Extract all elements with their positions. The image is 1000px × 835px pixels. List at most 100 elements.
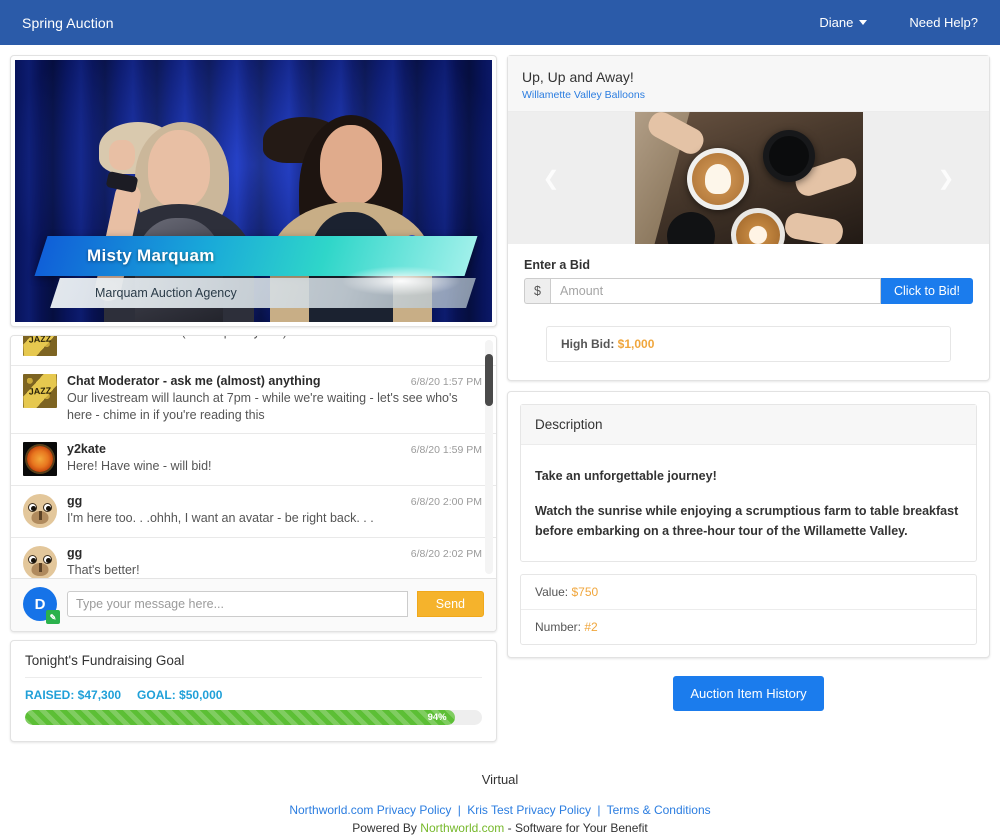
fundraising-progress-percent: 94% bbox=[427, 712, 447, 723]
page-footer: Virtual Northworld.com Privacy Policy | … bbox=[0, 742, 1000, 835]
jazz-poster-avatar bbox=[23, 336, 57, 356]
need-help-link[interactable]: Need Help? bbox=[909, 15, 978, 30]
goal-amount-label: GOAL: $50,000 bbox=[137, 688, 223, 702]
presenter-one-head bbox=[148, 130, 210, 208]
chat-message-header: y2kate 6/8/20 1:59 PM bbox=[67, 442, 482, 456]
chat-message-author: y2kate bbox=[67, 441, 106, 456]
owl-eye-right-icon bbox=[43, 502, 52, 512]
flower-avatar bbox=[23, 441, 57, 476]
chat-message-text: That's better! bbox=[67, 562, 140, 577]
terms-conditions-link[interactable]: Terms & Conditions bbox=[607, 803, 711, 817]
chevron-left-icon[interactable]: ❮ bbox=[536, 163, 566, 193]
item-value-amount: $750 bbox=[571, 585, 599, 600]
currency-symbol-icon: $ bbox=[524, 278, 550, 304]
brand-title[interactable]: Spring Auction bbox=[22, 15, 114, 31]
owl-avatar bbox=[23, 545, 57, 578]
privacy-policy-link[interactable]: Northworld.com Privacy Policy bbox=[289, 803, 451, 817]
bid-section: Enter a Bid $ Click to Bid! High Bid: $1… bbox=[508, 244, 989, 380]
chat-message-time: 6/8/20 2:00 PM bbox=[410, 495, 482, 508]
auction-item-header: Up, Up and Away! Willamette Valley Ballo… bbox=[508, 56, 989, 112]
fundraising-goal-card: Tonight's Fundraising Goal RAISED: $47,3… bbox=[10, 640, 497, 742]
fundraising-progress-bar: 94% bbox=[25, 710, 455, 725]
chat-composer: D ✎ Send bbox=[11, 578, 496, 631]
chat-message-text: Our livestream will launch at 7pm - whil… bbox=[67, 391, 458, 422]
footer-separator: | bbox=[597, 803, 601, 817]
auction-item-donor-link[interactable]: Willamette Valley Balloons bbox=[522, 89, 975, 101]
click-to-bid-button[interactable]: Click to Bid! bbox=[881, 278, 973, 304]
bid-input-group: $ Click to Bid! bbox=[524, 278, 973, 304]
item-number-row: Number: #2 bbox=[521, 610, 976, 644]
footer-separator: | bbox=[457, 803, 461, 817]
avatar[interactable]: D ✎ bbox=[23, 587, 60, 624]
raised-amount-label: RAISED: $47,300 bbox=[25, 688, 122, 702]
chat-message-text: Welcome to our first (and hopefully last… bbox=[67, 336, 482, 341]
chat-message-input[interactable] bbox=[67, 591, 408, 617]
owl-beak-icon bbox=[31, 510, 49, 524]
owl-beak-icon bbox=[31, 562, 49, 576]
photo-latte-cup-main bbox=[686, 148, 749, 210]
presenter-two-head bbox=[319, 125, 382, 205]
footer-links: Northworld.com Privacy Policy | Kris Tes… bbox=[0, 803, 1000, 817]
edit-avatar-icon[interactable]: ✎ bbox=[46, 610, 60, 624]
high-bid-box: High Bid: $1,000 bbox=[546, 326, 951, 362]
presenter-name-text: Misty Marquam bbox=[87, 246, 215, 265]
chat-panel: Welcome to our first (and hopefully last… bbox=[10, 335, 497, 632]
photo-coffee-cup-dark bbox=[762, 130, 815, 182]
chat-message: gg 6/8/20 2:00 PM I'm here too. . .ohhh,… bbox=[11, 486, 496, 538]
avatar-initial: D bbox=[34, 595, 46, 613]
chat-message: y2kate 6/8/20 1:59 PM Here! Have wine - … bbox=[11, 434, 496, 486]
presenter-one-watch bbox=[105, 171, 139, 193]
livestream-player[interactable]: Misty Marquam Marquam Auction Agency bbox=[15, 60, 492, 322]
owl-avatar bbox=[23, 493, 57, 528]
chat-message-header: Chat Moderator - ask me (almost) anythin… bbox=[67, 374, 482, 388]
chat-message-author: gg bbox=[67, 545, 83, 560]
chat-message: Chat Moderator - ask me (almost) anythin… bbox=[11, 366, 496, 434]
item-number-label: Number: bbox=[535, 620, 582, 635]
top-navbar: Spring Auction Diane Need Help? bbox=[0, 0, 1000, 45]
chat-scrollbar[interactable] bbox=[485, 340, 493, 574]
auction-item-history-button[interactable]: Auction Item History bbox=[673, 676, 824, 712]
chat-message-author: gg bbox=[67, 493, 83, 508]
chat-message-body: gg 6/8/20 2:02 PM That's better! bbox=[67, 546, 482, 578]
description-paragraph: Take an unforgettable journey! bbox=[535, 469, 717, 483]
auction-item-photo bbox=[634, 112, 863, 244]
bid-amount-input[interactable] bbox=[550, 278, 881, 304]
auction-item-carousel: ❮ ❯ bbox=[508, 112, 989, 244]
right-column: Up, Up and Away! Willamette Valley Ballo… bbox=[507, 55, 990, 712]
chat-message-time: 6/8/20 1:59 PM bbox=[410, 443, 482, 456]
chat-message-author: Chat Moderator - ask me (almost) anythin… bbox=[67, 374, 321, 388]
owl-eye-right-icon bbox=[43, 554, 52, 564]
chat-message: Welcome to our first (and hopefully last… bbox=[11, 336, 496, 366]
chat-message: gg 6/8/20 2:02 PM That's better! bbox=[11, 538, 496, 578]
chat-message-list[interactable]: Welcome to our first (and hopefully last… bbox=[11, 336, 496, 578]
send-message-button[interactable]: Send bbox=[416, 591, 484, 617]
description-heading: Description bbox=[521, 405, 976, 445]
chevron-right-icon[interactable]: ❯ bbox=[931, 163, 961, 193]
presenter-name-banner: Misty Marquam bbox=[34, 236, 478, 276]
livestream-card: Misty Marquam Marquam Auction Agency bbox=[10, 55, 497, 327]
user-menu[interactable]: Diane bbox=[819, 15, 868, 30]
item-value-row: Value: $750 bbox=[521, 575, 976, 611]
chat-message-header: gg 6/8/20 2:02 PM bbox=[67, 546, 482, 560]
history-button-row: Auction Item History bbox=[507, 676, 990, 712]
kris-test-privacy-policy-link[interactable]: Kris Test Privacy Policy bbox=[467, 803, 591, 817]
item-value-label: Value: bbox=[535, 585, 569, 600]
item-number-value: #2 bbox=[584, 620, 598, 635]
fundraising-goal-title: Tonight's Fundraising Goal bbox=[25, 653, 482, 678]
description-card: Description Take an unforgettable journe… bbox=[507, 391, 990, 659]
chat-message-time: 6/8/20 2:02 PM bbox=[410, 547, 482, 560]
presenter-org-banner: Marquam Auction Agency bbox=[50, 278, 476, 308]
chat-scrollbar-thumb[interactable] bbox=[485, 354, 493, 406]
left-column: Misty Marquam Marquam Auction Agency JAZ… bbox=[10, 55, 497, 742]
jazz-poster-avatar bbox=[23, 374, 57, 408]
footer-org-name: Virtual bbox=[481, 772, 519, 787]
chat-message-time: 6/8/20 1:57 PM bbox=[410, 376, 482, 388]
description-paragraph: Watch the sunrise while enjoying a scrum… bbox=[535, 504, 959, 538]
enter-bid-label: Enter a Bid bbox=[524, 258, 590, 272]
item-meta-table: Value: $750 Number: #2 bbox=[520, 574, 977, 646]
chat-message-body: y2kate 6/8/20 1:59 PM Here! Have wine - … bbox=[67, 442, 482, 476]
description-inner: Description Take an unforgettable journe… bbox=[520, 404, 977, 563]
fundraising-goal-stats: RAISED: $47,300 GOAL: $50,000 bbox=[25, 688, 482, 702]
chat-message-text: Here! Have wine - will bid! bbox=[67, 458, 212, 473]
chat-message-header: gg 6/8/20 2:00 PM bbox=[67, 494, 482, 508]
